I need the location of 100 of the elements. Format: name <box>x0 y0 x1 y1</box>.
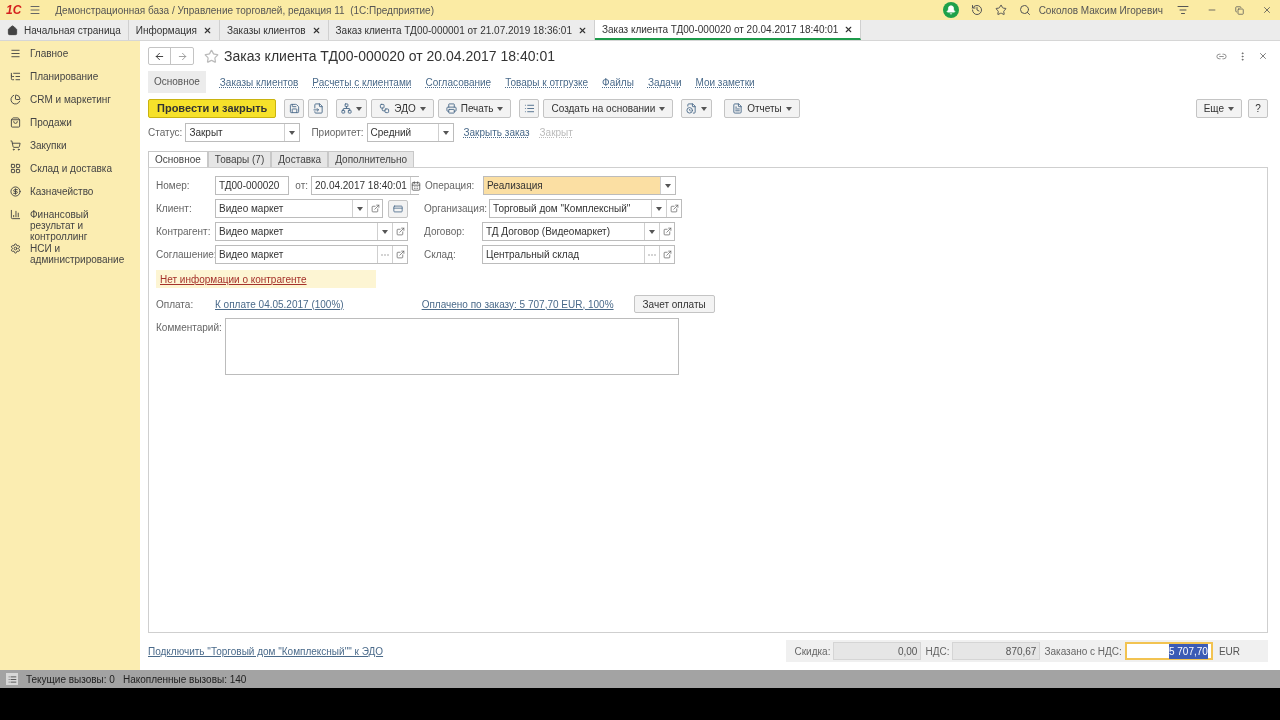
window-tab[interactable]: Заказы клиентов <box>220 20 329 40</box>
sidebar-item[interactable]: Казначейство <box>0 185 140 208</box>
sidebar-item[interactable]: CRM и маркетинг <box>0 93 140 116</box>
open-icon <box>662 250 672 259</box>
toolbar-menu-button[interactable]: Печать <box>437 99 512 118</box>
form-nav-link[interactable]: Файлы <box>602 74 634 90</box>
form-nav-link[interactable]: Расчеты с клиентами <box>312 74 412 90</box>
history-icon[interactable] <box>970 4 983 16</box>
dropdown-button[interactable] <box>660 177 675 194</box>
operation-field[interactable]: Реализация <box>483 176 676 195</box>
form-nav-link[interactable]: Товары к отгрузке <box>505 74 589 90</box>
document-clock-icon <box>686 103 698 114</box>
window-tab[interactable]: Начальная страница <box>0 20 129 40</box>
sidebar-item[interactable]: Финансовый результат и контроллинг <box>0 208 140 242</box>
window-tab[interactable]: Заказ клиента ТД00-000020 от 20.04.2017 18:40:01 <box>594 20 862 40</box>
sidebar-item[interactable]: Главное <box>0 47 140 70</box>
favorite-star-icon[interactable] <box>204 48 219 64</box>
home-icon <box>7 24 18 36</box>
status-bar-button[interactable] <box>6 673 18 685</box>
offset-payment-button[interactable]: Зачет оплаты <box>633 295 715 313</box>
sidebar-item[interactable]: НСИ и администрирование <box>0 242 140 265</box>
input-field[interactable]: Видео маркет <box>215 245 408 264</box>
paid-amount-link[interactable]: Оплачено по заказу: 5 707,70 EUR, 100% <box>421 296 614 312</box>
form-nav-link[interactable]: Заказы клиентов <box>219 74 299 90</box>
caret-icon <box>419 106 426 111</box>
user-name[interactable]: Соколов Максим Игоревич <box>1038 2 1163 18</box>
payment-due-link[interactable]: К оплате 04.05.2017 (100%) <box>215 296 344 312</box>
sidebar-item[interactable]: Продажи <box>0 116 140 139</box>
filter-icon[interactable] <box>1177 4 1189 16</box>
toolbar-menu-button[interactable] <box>336 99 368 118</box>
comment-field[interactable] <box>224 318 679 375</box>
coin-icon <box>10 186 21 197</box>
star-icon[interactable] <box>994 4 1007 16</box>
card-icon <box>393 203 403 214</box>
form-nav-link[interactable]: Согласование <box>425 74 492 90</box>
close-icon[interactable] <box>844 24 854 34</box>
post-and-close-button[interactable]: Провести и закрыть <box>148 99 277 118</box>
input-field[interactable]: ТД Договор (Видеомаркет) <box>482 222 675 241</box>
edo-link[interactable]: Подключить "Торговый дом "Комплексный"" к ЭДО <box>148 643 384 659</box>
number-field[interactable]: ТД00-000020 <box>215 176 289 195</box>
save-icon <box>288 103 300 114</box>
toolbar-button[interactable] <box>284 99 305 118</box>
form-nav-link[interactable]: Основное <box>148 71 206 93</box>
toolbar-menu-button[interactable]: Еще <box>1195 99 1242 118</box>
list-icon <box>523 103 535 114</box>
toolbar-menu-button[interactable]: Создать на основании <box>543 99 674 118</box>
cart-icon <box>10 140 21 151</box>
dots-icon <box>648 253 656 256</box>
open-icon <box>395 250 405 259</box>
sidebar-item[interactable]: Закупки <box>0 139 140 162</box>
card-button[interactable] <box>388 199 408 218</box>
report-icon <box>732 103 744 114</box>
window-tab[interactable]: Информация <box>128 20 220 40</box>
total-field[interactable]: 0,00 <box>833 642 922 660</box>
toolbar-menu-button[interactable] <box>681 99 713 118</box>
help-button[interactable]: ? <box>1248 99 1268 118</box>
open-button[interactable] <box>659 246 674 263</box>
input-field[interactable]: Видео маркет <box>215 199 383 218</box>
total-field[interactable]: 870,67 <box>952 642 1041 660</box>
open-icon <box>669 204 679 213</box>
input-field[interactable]: Центральный склад <box>482 245 675 264</box>
sidebar-item[interactable]: Склад и доставка <box>0 162 140 185</box>
field-label: от: <box>294 179 309 193</box>
status-field[interactable]: Закрыт <box>185 123 301 142</box>
document-arrow-icon <box>312 103 324 114</box>
field-label: НДС: <box>925 644 950 659</box>
open-button[interactable] <box>392 246 407 263</box>
close-icon[interactable] <box>203 25 212 35</box>
form-nav-link[interactable]: Задачи <box>647 74 682 90</box>
form-title: Заказ клиента ТД00-000020 от 20.04.2017 18:40:01 <box>224 46 555 66</box>
toolbar-button[interactable] <box>519 99 540 118</box>
grid-icon <box>10 163 21 174</box>
notification-button[interactable] <box>942 2 959 18</box>
caret-icon <box>649 229 655 234</box>
restore-icon[interactable] <box>1235 5 1244 15</box>
field-label: Организация: <box>424 202 489 216</box>
toolbar-menu-button[interactable]: ЭДО <box>371 99 434 118</box>
close-icon[interactable] <box>311 25 321 35</box>
input-field[interactable]: Торговый дом "Комплексный" <box>489 199 683 218</box>
pie-chart-icon <box>10 94 21 105</box>
window-tab[interactable]: Заказ клиента ТД00-000001 от 21.07.2019 18:36:01 <box>328 20 595 40</box>
field-label: Контрагент: <box>156 225 212 239</box>
warning-link[interactable]: Нет информации о контрагенте <box>160 271 307 287</box>
sidebar-item[interactable]: Планирование <box>0 70 140 93</box>
calendar-button[interactable] <box>409 177 421 194</box>
input-field[interactable]: Видео маркет <box>215 222 408 241</box>
date-field[interactable]: 20.04.2017 18:40:01 <box>311 176 419 195</box>
structure-icon <box>341 103 353 114</box>
toolbar-menu-button[interactable]: Отчеты <box>724 99 800 118</box>
action-link[interactable]: Закрыть заказ <box>463 125 530 140</box>
menu-icon[interactable] <box>29 4 42 16</box>
dots-icon <box>381 253 389 256</box>
total-field[interactable]: 5 707,70 <box>1124 642 1213 660</box>
form-nav-link[interactable]: Мои заметки <box>695 74 755 90</box>
field-label: Операция: <box>425 179 476 193</box>
search-icon[interactable] <box>1018 4 1031 16</box>
window-title: Демонстрационная база / Управление торговлей, редакция 11 (1С:Предприятие) <box>55 3 434 18</box>
priority-field[interactable]: Средний <box>366 123 454 142</box>
close-icon[interactable] <box>577 25 587 35</box>
toolbar-button[interactable] <box>308 99 329 118</box>
